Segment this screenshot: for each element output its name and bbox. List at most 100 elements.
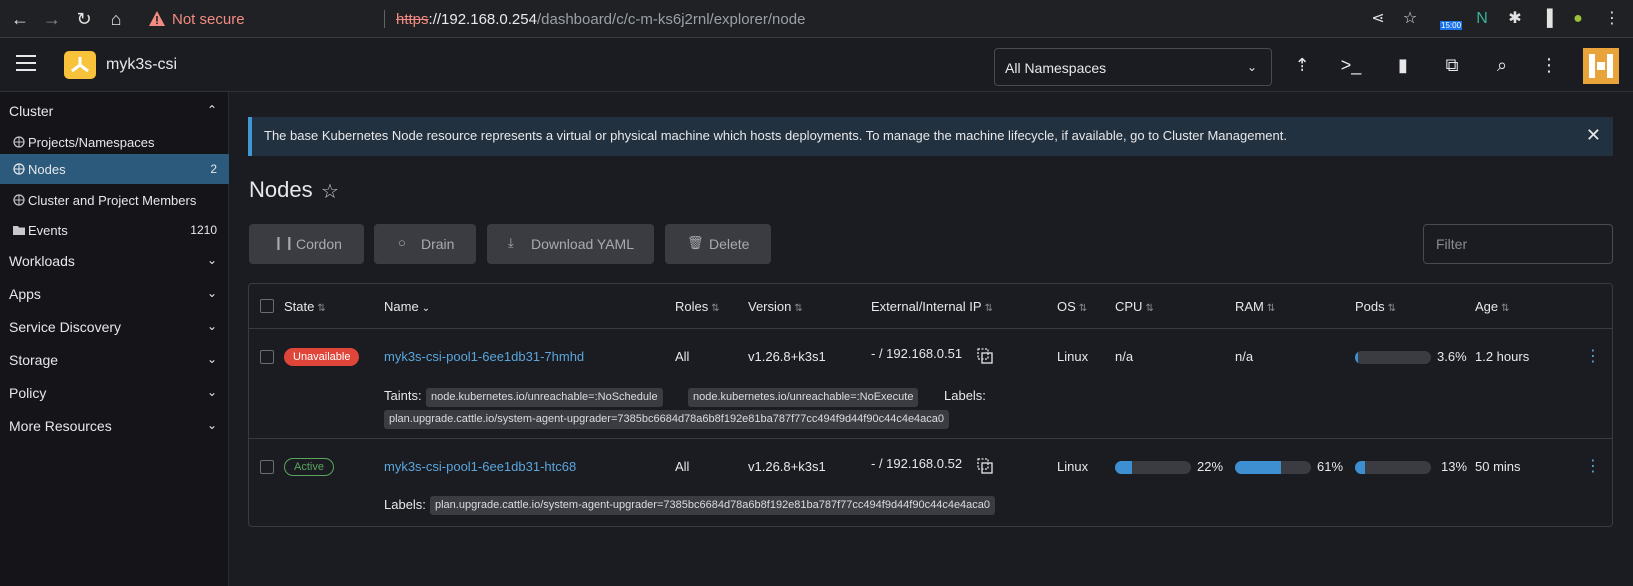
- column-header-state[interactable]: State ⇅: [284, 299, 326, 314]
- reload-icon[interactable]: ↻: [72, 7, 96, 31]
- page-title: Nodes: [249, 177, 313, 202]
- copy-kubeconfig-icon[interactable]: ⧉: [1440, 53, 1464, 77]
- status-badge: Unavailable: [284, 348, 360, 366]
- url-text: https://192.168.0.254/dashboard/c/c-m-ks…: [396, 11, 805, 28]
- node-version: v1.26.8+k3s1: [748, 459, 826, 474]
- taints-label: Taints:: [384, 388, 422, 403]
- kubeconfig-file-icon[interactable]: ▮: [1391, 53, 1415, 77]
- column-header-ip[interactable]: External/Internal IP ⇅: [871, 299, 993, 314]
- row-actions-icon[interactable]: ⋮: [1585, 456, 1601, 476]
- row-actions-icon[interactable]: ⋮: [1585, 346, 1601, 366]
- sidebar-group-policy[interactable]: Policy ⌄: [0, 378, 229, 408]
- column-header-pods[interactable]: Pods ⇅: [1355, 299, 1396, 314]
- node-version: v1.26.8+k3s1: [748, 349, 826, 364]
- url-path: /dashboard/c/c-m-ks6j2rnl/explorer/node: [536, 11, 806, 28]
- globe-icon: [13, 136, 25, 148]
- address-bar[interactable]: Not secure https://192.168.0.254/dashboa…: [140, 6, 1410, 32]
- table-header: State ⇅ Name ⌄ Roles ⇅ Version ⇅ External/In…: [249, 284, 1612, 329]
- node-age: 50 mins: [1475, 459, 1521, 474]
- select-all-checkbox[interactable]: [260, 299, 274, 313]
- search-icon[interactable]: ⌕: [1490, 53, 1514, 77]
- profile-avatar-icon[interactable]: ●: [1566, 7, 1590, 31]
- bookmark-star-icon[interactable]: ☆: [1398, 7, 1422, 31]
- sidepanel-icon[interactable]: ▐: [1535, 7, 1559, 31]
- avatar-identicon-icon: [1589, 54, 1613, 78]
- labels-label: Labels:: [384, 497, 426, 512]
- user-avatar[interactable]: [1583, 48, 1619, 84]
- globe-icon: [13, 163, 25, 175]
- home-icon[interactable]: ⌂: [104, 7, 128, 31]
- column-header-os[interactable]: OS ⇅: [1057, 299, 1087, 314]
- sidebar-group-label: Service Discovery: [9, 319, 122, 335]
- close-icon[interactable]: ✕: [1586, 125, 1601, 146]
- column-header-label: Name: [384, 299, 419, 314]
- node-os: Linux: [1057, 459, 1089, 474]
- back-icon[interactable]: ←: [8, 7, 32, 31]
- column-header-age[interactable]: Age ⇅: [1475, 299, 1510, 314]
- cluster-logo: [64, 51, 96, 79]
- import-yaml-icon[interactable]: ⇡: [1290, 53, 1314, 77]
- delete-button[interactable]: 🗑 Delete: [665, 224, 771, 264]
- sidebar-group-more-resources[interactable]: More Resources ⌄: [0, 411, 229, 441]
- extension-n-icon[interactable]: N: [1470, 7, 1494, 31]
- sidebar-item-cluster-project-members[interactable]: Cluster and Project Members: [0, 185, 229, 215]
- column-header-roles[interactable]: Roles ⇅: [675, 299, 720, 314]
- sidebar-group-service-discovery[interactable]: Service Discovery ⌄: [0, 312, 229, 342]
- pods-usage-bar: [1355, 461, 1431, 474]
- extensions-puzzle-icon[interactable]: ✱: [1503, 7, 1527, 31]
- chrome-menu-icon[interactable]: ⋮: [1600, 7, 1624, 31]
- sidebar-group-storage[interactable]: Storage ⌄: [0, 345, 229, 375]
- favorite-star-icon[interactable]: ☆: [321, 179, 339, 204]
- column-header-label: CPU: [1115, 299, 1143, 314]
- url-host: ://192.168.0.254: [428, 11, 537, 28]
- row-checkbox[interactable]: [260, 350, 274, 364]
- download-yaml-button[interactable]: ⤓ Download YAML: [487, 224, 654, 264]
- node-name-link[interactable]: myk3s-csi-pool1-6ee1db31-htc68: [384, 459, 576, 474]
- node-name-link[interactable]: myk3s-csi-pool1-6ee1db31-7hmhd: [384, 349, 584, 364]
- column-header-version[interactable]: Version ⇅: [748, 299, 803, 314]
- sidebar-item-events[interactable]: Events 1210: [0, 215, 229, 245]
- row-divider: [249, 438, 1612, 439]
- ram-usage-pct: 61%: [1317, 459, 1344, 474]
- sidebar-item-projects-namespaces[interactable]: Projects/Namespaces: [0, 127, 229, 157]
- column-header-label: Age: [1475, 299, 1499, 314]
- share-icon[interactable]: ⋖: [1366, 7, 1390, 31]
- ram-usage-bar: [1235, 461, 1311, 474]
- pause-icon: ❙❙: [273, 235, 295, 250]
- node-age: 1.2 hours: [1475, 349, 1530, 364]
- forward-icon[interactable]: →: [40, 7, 64, 31]
- copy-icon[interactable]: [977, 458, 993, 474]
- browser-toolbar: ← → ↻ ⌂ Not secure https://192.168.0.254…: [0, 0, 1633, 38]
- kubectl-shell-icon[interactable]: >_: [1339, 53, 1363, 77]
- sort-icon: ⇅: [1387, 303, 1397, 314]
- cordon-button[interactable]: ❙❙ Cordon: [249, 224, 364, 264]
- column-header-ram[interactable]: RAM ⇅: [1235, 299, 1275, 314]
- filter-input-wrapper: [1423, 224, 1613, 264]
- sort-icon: ⇅: [711, 303, 720, 314]
- namespace-select[interactable]: All Namespaces ⌄: [994, 48, 1272, 86]
- column-header-label: Roles: [675, 299, 709, 314]
- filter-input[interactable]: [1424, 225, 1612, 263]
- menu-icon[interactable]: [16, 55, 36, 71]
- cluster-name: myk3s-csi: [106, 56, 178, 73]
- cpu-usage-pct: 22%: [1197, 459, 1224, 474]
- drain-button[interactable]: ○ Drain: [374, 224, 476, 264]
- sidebar-group-cluster[interactable]: Cluster ⌃: [0, 96, 229, 126]
- copy-icon[interactable]: [977, 348, 993, 364]
- sort-icon: ⇅: [984, 303, 993, 314]
- node-cpu: n/a: [1115, 349, 1134, 364]
- extension-clock-icon[interactable]: 15:00: [1440, 7, 1466, 31]
- sidebar-group-workloads[interactable]: Workloads ⌄: [0, 246, 229, 276]
- node-roles: All: [675, 349, 690, 364]
- circle-icon: ○: [398, 235, 406, 250]
- row-checkbox[interactable]: [260, 460, 274, 474]
- pods-usage-bar: [1355, 351, 1431, 364]
- cluster-logo-icon: [71, 57, 89, 73]
- namespace-select-value: All Namespaces: [1005, 60, 1107, 76]
- more-vert-icon[interactable]: ⋮: [1537, 53, 1561, 77]
- column-header-cpu[interactable]: CPU ⇅: [1115, 299, 1154, 314]
- column-header-name[interactable]: Name ⌄: [384, 299, 430, 314]
- pods-usage-fill: [1355, 351, 1358, 364]
- sidebar-item-nodes[interactable]: Nodes 2: [0, 154, 229, 184]
- sidebar-group-apps[interactable]: Apps ⌄: [0, 279, 229, 309]
